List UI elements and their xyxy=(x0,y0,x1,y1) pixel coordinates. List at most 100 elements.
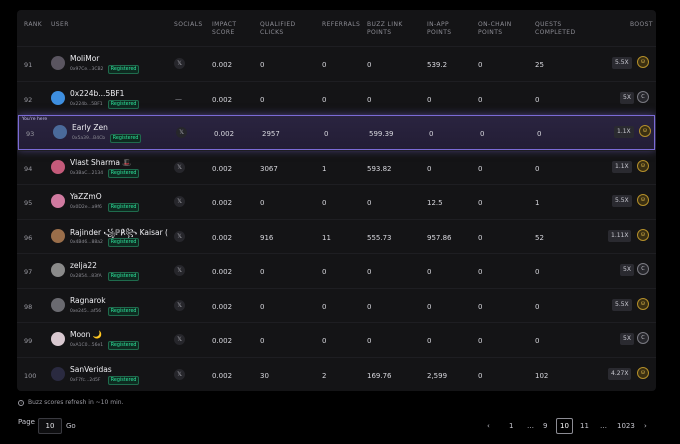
on-chain-points: 0 xyxy=(478,164,483,173)
buzz-link-points: 0 xyxy=(367,95,372,104)
no-social-dash: — xyxy=(175,94,182,103)
table-row[interactable]: 92 0x224b...5BF1 0x224b...5BF1 Registered —0… xyxy=(17,80,656,116)
x-social-icon[interactable]: 𝕏 xyxy=(174,334,185,345)
page-label: Page xyxy=(18,418,35,426)
buzz-link-points: 0 xyxy=(367,61,372,69)
quests-completed: 25 xyxy=(535,61,544,69)
next-page-button[interactable]: › xyxy=(644,422,647,430)
on-chain-points: 0 xyxy=(480,130,485,138)
table-row[interactable]: 99 Moon 🌙 0xA1C0...56e1 Registered 𝕏 0.002 0 0 0… xyxy=(17,322,656,357)
registered-badge: Registered xyxy=(107,237,140,247)
table-row[interactable]: 94 Vlast Sharma 🎩 0x3BaC...2134 Registered 𝕏… xyxy=(17,149,656,185)
table-row[interactable]: 98 Ragnarok 0xe245...af56 Registered 𝕏 0.002 0… xyxy=(17,287,656,323)
page-9-button[interactable]: 9 xyxy=(543,422,547,430)
table-header: RANK USER SOCIALS IMPACT SCORE QUALIFIED… xyxy=(17,10,656,46)
in-app-points: 0 xyxy=(427,302,432,311)
username[interactable]: Vlast Sharma 🎩 xyxy=(70,158,132,167)
table-row[interactable]: 95 YaZZmO 0x0D2e...a9f6 Registered 𝕏 0.002 0 0 0… xyxy=(17,184,656,219)
qualified-clicks: 0 xyxy=(260,302,265,311)
rank-cell: 98 xyxy=(24,302,33,311)
header-buzz-link-points: BUZZ LINK POINTS xyxy=(367,21,403,36)
table-row[interactable]: 96 Rajinder ꧁ℙ℟꧂ Kaisar (0x4Bd6...88a2 Reg… xyxy=(17,218,656,254)
x-social-icon[interactable]: 𝕏 xyxy=(174,368,185,380)
buzz-link-points: 0 xyxy=(367,268,372,276)
rank-cell: 95 xyxy=(24,199,33,207)
x-social-icon[interactable]: 𝕏 xyxy=(174,230,185,242)
boost-multiplier: 5X xyxy=(620,91,634,104)
avatar xyxy=(51,159,65,174)
x-social-icon[interactable]: 𝕏 xyxy=(176,127,187,138)
x-social-icon[interactable]: 𝕏 xyxy=(174,196,185,207)
page-1-button[interactable]: 1 xyxy=(509,422,513,430)
go-button[interactable]: Go xyxy=(66,422,76,430)
registered-badge: Registered xyxy=(107,65,140,74)
username[interactable]: zelja22 xyxy=(70,261,97,270)
x-social-icon[interactable]: 𝕏 xyxy=(174,299,185,311)
avatar xyxy=(51,297,65,312)
username[interactable]: 0x224b...5BF1 xyxy=(70,89,124,98)
table-row[interactable]: 97 zelja22 0x2854...83fA Registered 𝕏 0.002 0 0… xyxy=(17,253,656,288)
on-chain-points: 0 xyxy=(478,371,483,380)
avatar xyxy=(51,194,65,208)
username[interactable]: SanVeridas xyxy=(70,365,112,374)
username[interactable]: MoliMor xyxy=(70,54,99,63)
buzz-link-points: 0 xyxy=(367,337,372,345)
x-social-icon[interactable]: 𝕏 xyxy=(174,58,185,69)
in-app-points: 0 xyxy=(427,268,432,276)
impact-score: 0.002 xyxy=(212,199,233,207)
impact-score: 0.002 xyxy=(212,371,233,380)
impact-score: 0.002 xyxy=(212,95,233,104)
rank-cell: 92 xyxy=(24,95,33,104)
table-row[interactable]: You're here 93 Early Zen 0x5a39...B4Cb Regis… xyxy=(18,115,655,150)
avatar xyxy=(51,56,65,70)
x-social-icon[interactable]: 𝕏 xyxy=(174,265,185,276)
page-11-button[interactable]: 11 xyxy=(580,422,589,430)
wallet-address: 0xe245...af56 xyxy=(70,308,102,314)
quests-completed: 0 xyxy=(535,95,540,104)
on-chain-points: 0 xyxy=(478,61,483,69)
table-row[interactable]: 100 SanVeridas 0xF7fc...2d5F Registered 𝕏 0.0… xyxy=(17,356,656,392)
wallet-address: 0xA1C0...56e1 xyxy=(70,343,104,348)
referrals: 0 xyxy=(324,130,329,138)
page-1023-button[interactable]: 1023 xyxy=(617,422,635,430)
header-boost: BOOST xyxy=(630,21,653,28)
boost-multiplier: 5.5X xyxy=(612,195,632,207)
quests-completed: 0 xyxy=(535,337,540,345)
impact-score: 0.002 xyxy=(212,164,233,173)
boost-coin-icon: ⛁ xyxy=(637,56,649,68)
quests-completed: 1 xyxy=(535,199,540,207)
header-user: USER xyxy=(51,21,69,28)
page-number-input[interactable] xyxy=(38,418,62,434)
referrals: 11 xyxy=(322,233,331,242)
boost-coin-icon: ⛁ xyxy=(637,228,649,241)
prev-page-button[interactable]: ‹ xyxy=(487,422,490,430)
username[interactable]: Moon 🌙 xyxy=(70,330,102,339)
info-icon: i xyxy=(18,399,24,406)
rank-cell: 93 xyxy=(26,130,35,138)
boost-coin-icon: ⛁ xyxy=(637,194,649,206)
wallet-address: 0x2854...83fA xyxy=(70,274,102,279)
buzz-link-points: 169.76 xyxy=(367,371,392,380)
in-app-points: 12.5 xyxy=(427,199,443,207)
referrals: 0 xyxy=(322,199,327,207)
header-qualified-clicks: QUALIFIED CLICKS xyxy=(260,21,296,36)
username[interactable]: YaZZmO xyxy=(70,192,102,201)
qualified-clicks: 3067 xyxy=(260,164,278,173)
username[interactable]: Ragnarok xyxy=(70,296,106,305)
boost-multiplier: 4.27X xyxy=(608,367,632,380)
boost-coin-icon: ⛁ xyxy=(639,125,651,137)
qualified-clicks: 2957 xyxy=(262,130,280,138)
pagination-ellipsis: … xyxy=(600,422,607,430)
boost-multiplier: 1.1X xyxy=(614,126,634,138)
x-social-icon[interactable]: 𝕏 xyxy=(174,161,185,173)
impact-score: 0.002 xyxy=(212,233,233,242)
in-app-points: 2,599 xyxy=(427,371,448,380)
table-row[interactable]: 91 MoliMor 0x97Ce...3CB2 Registered 𝕏 0.002 0 0… xyxy=(17,46,656,81)
registered-badge: Registered xyxy=(107,272,140,281)
boost-coin-icon: ⛁ xyxy=(637,366,649,379)
leaderboard-table: RANK USER SOCIALS IMPACT SCORE QUALIFIED… xyxy=(17,10,656,391)
username[interactable]: Early Zen xyxy=(72,123,108,132)
in-app-points: 0 xyxy=(427,337,432,345)
page-10-button[interactable]: 10 xyxy=(556,418,573,434)
boost-multiplier: 5X xyxy=(620,264,634,276)
